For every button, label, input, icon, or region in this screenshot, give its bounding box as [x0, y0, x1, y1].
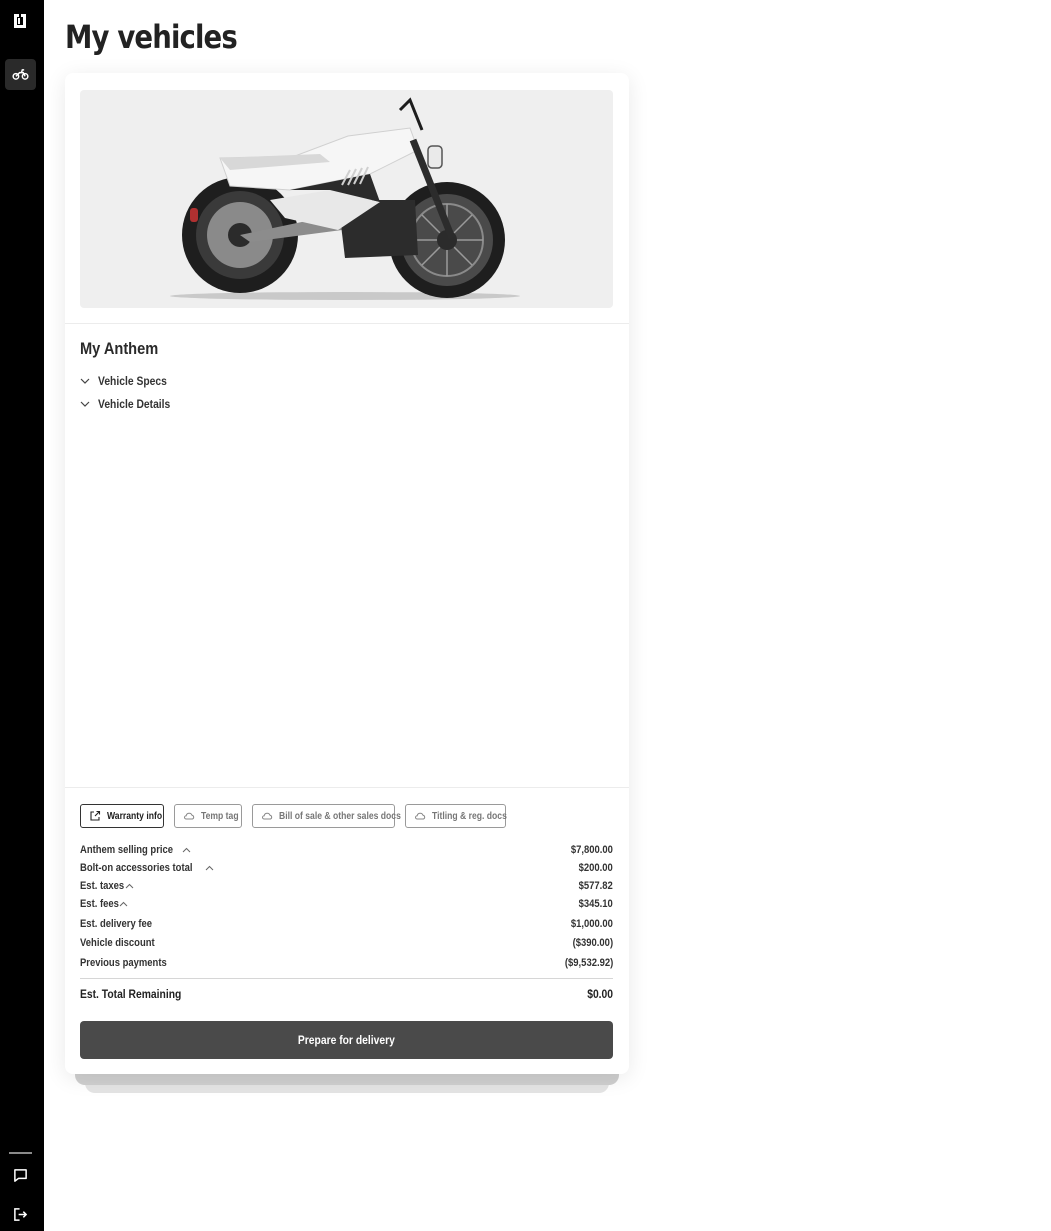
prepare-for-delivery-button[interactable]: Prepare for delivery	[80, 1021, 613, 1059]
total-divider	[80, 978, 613, 979]
price-label: Vehicle discount	[80, 937, 155, 949]
chat-icon[interactable]	[13, 1168, 28, 1183]
cloud-icon	[184, 812, 195, 820]
vehicle-image	[80, 90, 613, 308]
price-label: Previous payments	[80, 957, 167, 969]
logout-icon[interactable]	[13, 1207, 28, 1222]
sidebar	[0, 0, 44, 1231]
price-label: Bolt-on accessories total	[80, 862, 193, 874]
chevron-up-icon	[126, 883, 134, 888]
price-value: $577.82	[578, 880, 613, 892]
vehicle-name: My Anthem	[80, 339, 159, 358]
price-value: $200.00	[578, 862, 613, 874]
page-title: My vehicles	[65, 18, 238, 56]
total-value: $0.00	[587, 987, 613, 1001]
vehicle-specs-toggle[interactable]: Vehicle Specs	[80, 374, 178, 388]
cloud-icon	[415, 812, 426, 820]
card-divider	[65, 787, 629, 788]
price-label: Est. delivery fee	[80, 918, 153, 930]
price-value: ($9,532.92)	[564, 957, 613, 969]
chevron-up-icon	[205, 865, 214, 870]
chevron-up-icon	[119, 901, 128, 906]
price-row-delivery-fee: Est. delivery fee $1,000.00	[80, 916, 613, 932]
price-label: Est. fees	[80, 898, 119, 910]
price-row-total: Est. Total Remaining $0.00	[80, 986, 613, 1002]
external-link-icon	[90, 810, 101, 821]
price-row-fees[interactable]: Est. fees $345.10	[80, 896, 613, 912]
price-label: Est. taxes	[80, 880, 125, 892]
price-value: $1,000.00	[570, 918, 613, 930]
bill-of-sale-button[interactable]: Bill of sale & other sales docs	[252, 804, 401, 828]
chevron-down-icon	[80, 401, 90, 407]
sidebar-item-vehicles[interactable]	[5, 59, 36, 90]
price-row-discount: Vehicle discount ($390.00)	[80, 935, 613, 951]
motorcycle-icon	[12, 69, 29, 80]
price-value: ($390.00)	[572, 937, 613, 949]
warranty-info-button[interactable]: Warranty info	[80, 804, 164, 828]
titling-reg-docs-button[interactable]: Titling & reg. docs	[405, 804, 507, 828]
cta-label: Prepare for delivery	[298, 1033, 395, 1047]
price-row-selling-price[interactable]: Anthem selling price $7,800.00	[80, 842, 613, 858]
price-row-accessories[interactable]: Bolt-on accessories total $200.00	[80, 860, 613, 876]
card-divider	[65, 323, 629, 324]
vehicle-card: My Anthem Vehicle Specs Vehicle Details …	[65, 73, 629, 1074]
sidebar-divider	[9, 1152, 32, 1154]
accordion-label: Vehicle Specs	[98, 374, 167, 388]
vehicle-details-toggle[interactable]: Vehicle Details	[80, 397, 182, 411]
price-value: $345.10	[578, 898, 613, 910]
temp-tag-button[interactable]: Temp tag	[174, 804, 242, 828]
cloud-icon	[262, 812, 273, 820]
accordion-label: Vehicle Details	[98, 397, 171, 411]
price-value: $7,800.00	[570, 844, 613, 856]
brand-logo-icon[interactable]	[12, 13, 28, 29]
total-label: Est. Total Remaining	[80, 987, 182, 1001]
chevron-up-icon	[182, 847, 191, 852]
chevron-down-icon	[80, 378, 90, 384]
price-row-taxes[interactable]: Est. taxes $577.82	[80, 878, 613, 894]
price-label: Anthem selling price	[80, 844, 174, 856]
price-row-previous-payments: Previous payments ($9,532.92)	[80, 955, 613, 971]
